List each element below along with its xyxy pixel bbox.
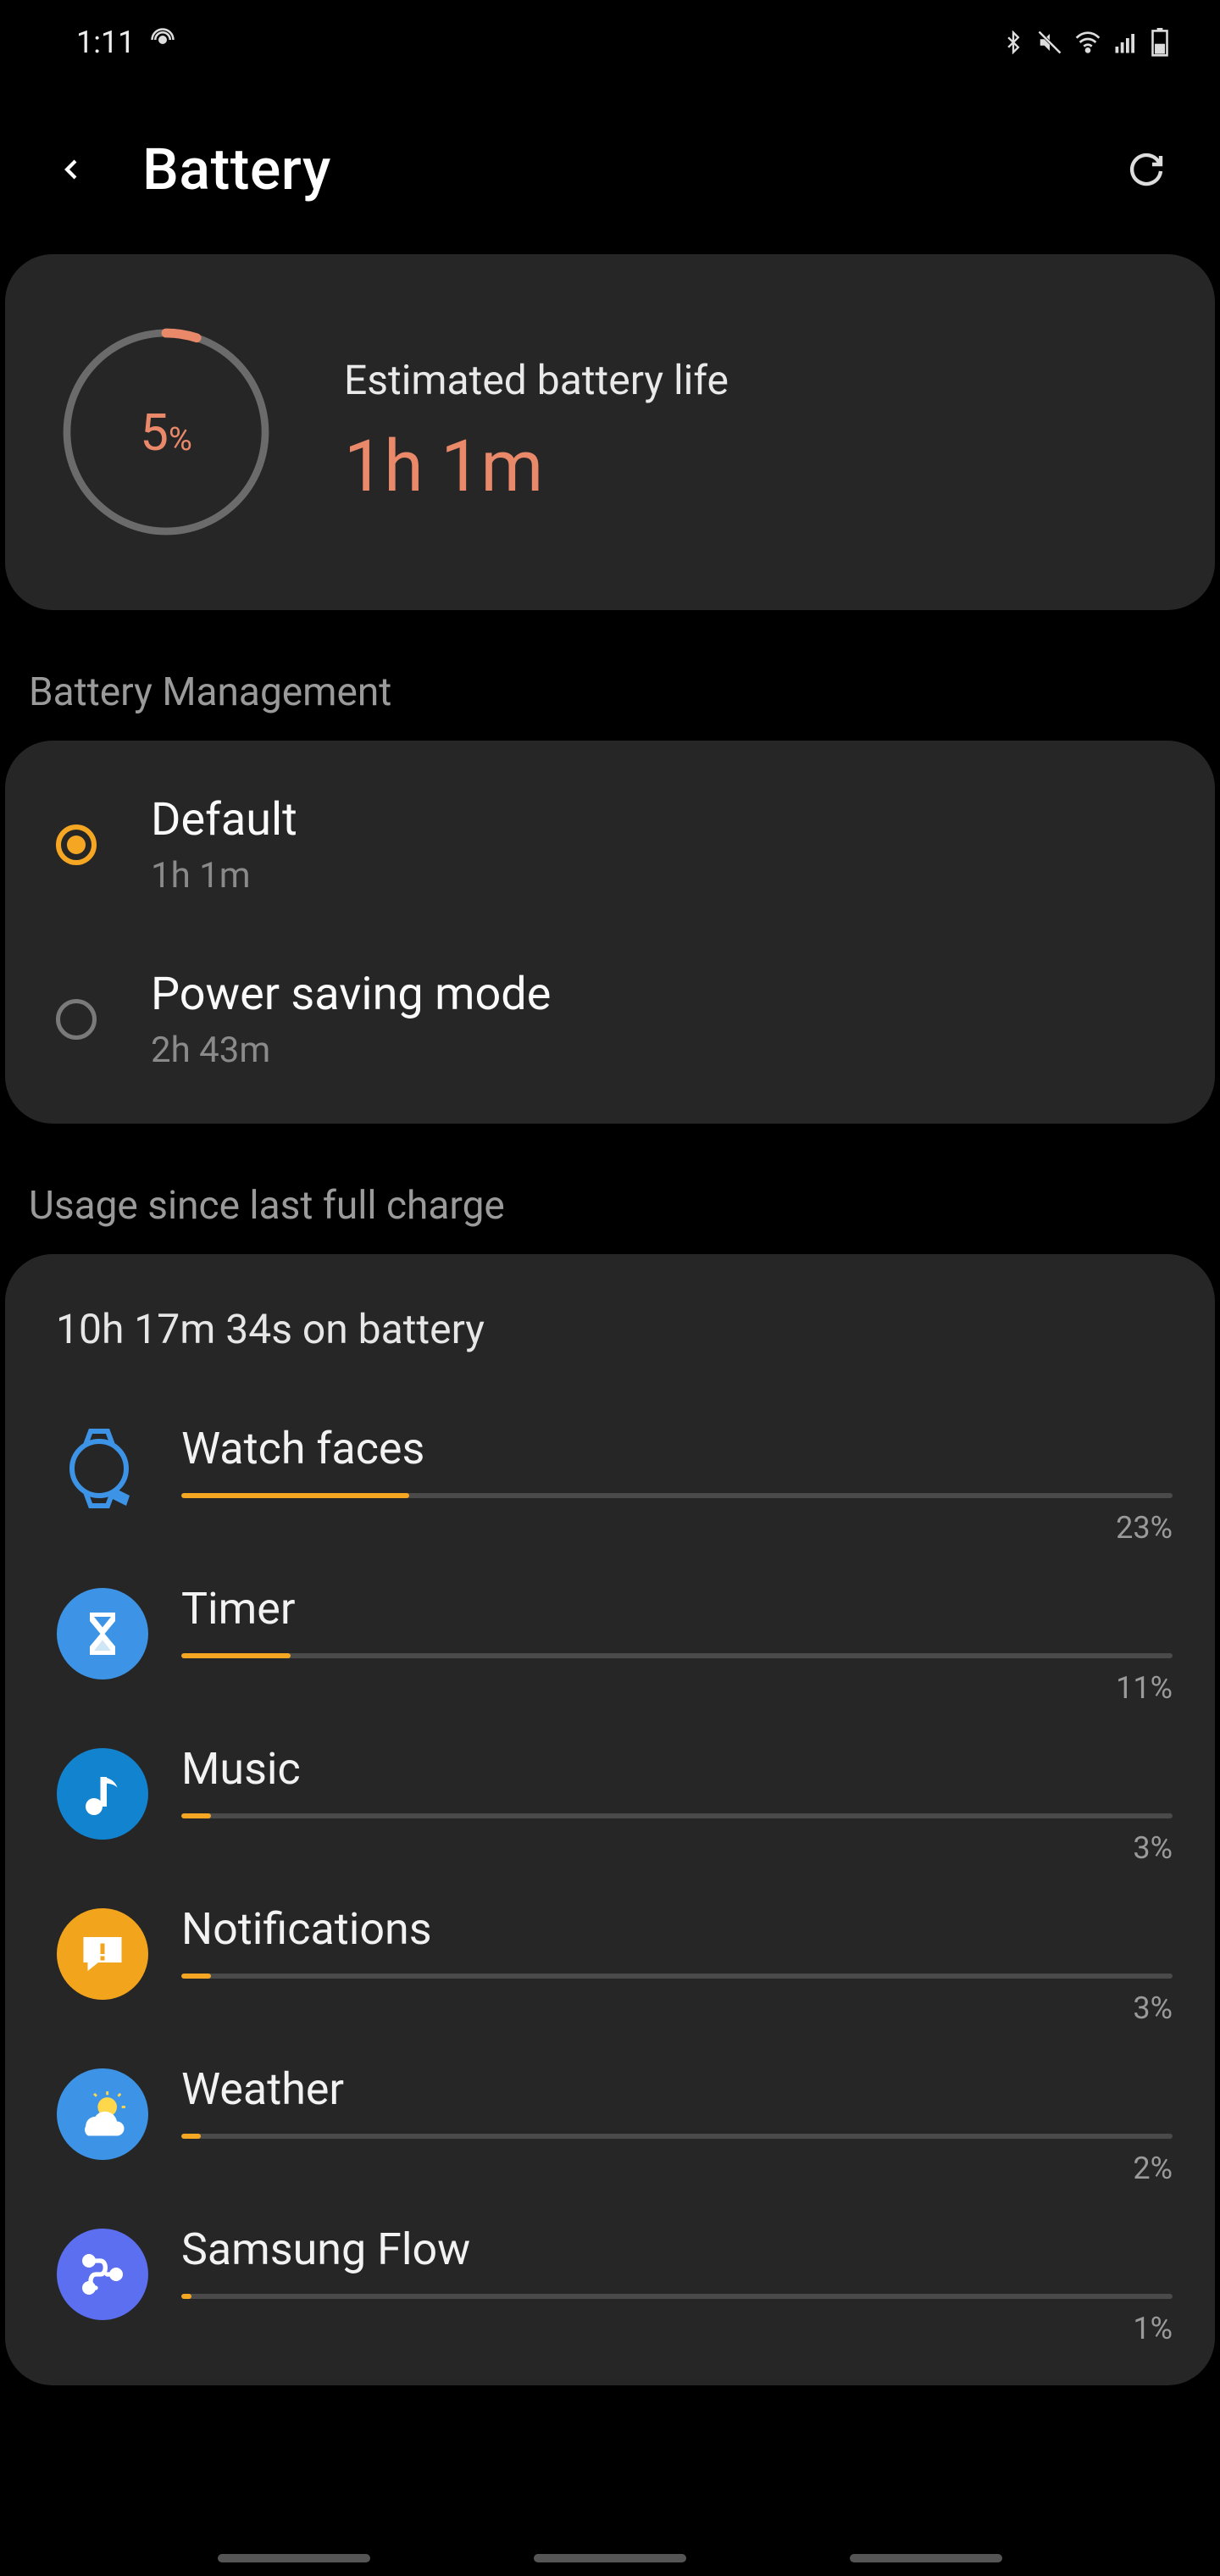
usage-bar: [181, 1493, 1173, 1498]
usage-percent: 11%: [181, 1670, 1173, 1706]
usage-percent: 3%: [181, 1990, 1173, 2026]
usage-app-name: Notifications: [181, 1903, 1173, 1955]
bluetooth-icon: [1001, 31, 1025, 54]
mode-name: Default: [151, 793, 297, 847]
radio-unselected-icon: [56, 999, 97, 1040]
usage-app-name: Watch faces: [181, 1423, 1173, 1474]
usage-app-name: Timer: [181, 1583, 1173, 1635]
battery-summary-card[interactable]: 5% Estimated battery life 1h 1m: [5, 254, 1215, 610]
usage-percent: 2%: [181, 2151, 1173, 2186]
usage-bar: [181, 2294, 1173, 2299]
usage-percent: 23%: [181, 1510, 1173, 1546]
usage-row[interactable]: Weather 2%: [47, 2045, 1173, 2205]
nav-home[interactable]: [534, 2554, 686, 2562]
usage-bar: [181, 1813, 1173, 1818]
estimated-life-label: Estimated battery life: [344, 356, 729, 404]
watch-face-icon: [47, 1423, 158, 1509]
section-usage: Usage since last full charge: [0, 1158, 1220, 1254]
usage-row[interactable]: Samsung Flow 1%: [47, 2205, 1173, 2365]
battery-management-card: Default 1h 1m Power saving mode 2h 43m: [5, 741, 1215, 1124]
usage-row[interactable]: Music 3%: [47, 1724, 1173, 1885]
nav-back[interactable]: [850, 2554, 1002, 2562]
mode-option-power-saving[interactable]: Power saving mode 2h 43m: [39, 932, 1181, 1107]
music-note-icon: [47, 1743, 158, 1840]
usage-bar: [181, 1653, 1173, 1658]
battery-percent-value: 5: [140, 402, 169, 463]
refresh-button[interactable]: [1122, 146, 1169, 193]
usage-percent: 3%: [181, 1830, 1173, 1866]
app-header: Battery: [0, 85, 1220, 254]
usage-percent: 1%: [181, 2311, 1173, 2346]
podcast-icon: [150, 25, 175, 60]
nav-recent[interactable]: [218, 2554, 370, 2562]
usage-app-name: Weather: [181, 2063, 1173, 2115]
usage-app-name: Samsung Flow: [181, 2223, 1173, 2275]
estimated-life-value: 1h 1m: [344, 425, 729, 508]
speech-alert-icon: [47, 1903, 158, 2000]
radio-selected-icon: [56, 824, 97, 865]
usage-card: 10h 17m 34s on battery Watch faces 23% Ti…: [5, 1254, 1215, 2385]
signal-icon: [1113, 30, 1139, 55]
status-bar: 1:11: [0, 0, 1220, 85]
status-time: 1:11: [76, 25, 135, 60]
mode-sub: 1h 1m: [151, 855, 297, 897]
usage-summary: 10h 17m 34s on battery: [47, 1305, 1173, 1353]
mode-sub: 2h 43m: [151, 1030, 551, 1071]
flow-icon: [47, 2223, 158, 2320]
hourglass-icon: [47, 1583, 158, 1679]
usage-bar: [181, 1974, 1173, 1979]
page-title: Battery: [142, 136, 1122, 203]
battery-icon: [1151, 28, 1169, 57]
usage-row[interactable]: Timer 11%: [47, 1564, 1173, 1724]
usage-app-name: Music: [181, 1743, 1173, 1795]
back-button[interactable]: [51, 149, 92, 190]
battery-percent-unit: %: [169, 421, 192, 458]
mode-option-default[interactable]: Default 1h 1m: [39, 758, 1181, 932]
wifi-icon: [1074, 29, 1101, 56]
usage-row[interactable]: Watch faces 23%: [47, 1404, 1173, 1564]
usage-row[interactable]: Notifications 3%: [47, 1885, 1173, 2045]
usage-bar: [181, 2134, 1173, 2139]
section-battery-management: Battery Management: [0, 644, 1220, 741]
sun-cloud-icon: [47, 2063, 158, 2160]
mode-name: Power saving mode: [151, 968, 551, 1021]
nav-bar: [0, 2554, 1220, 2562]
battery-ring: 5%: [56, 322, 276, 542]
mute-icon: [1037, 30, 1062, 55]
